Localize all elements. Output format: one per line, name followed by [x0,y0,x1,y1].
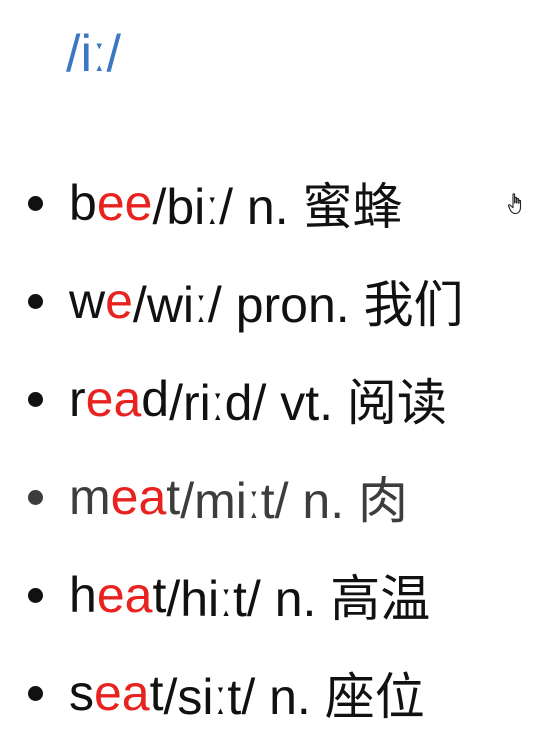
word-highlighted-letters: ea [110,469,167,525]
word-definition: /wiː/ pron. 我们 [132,277,464,333]
word-letters: h [69,567,97,623]
word-text: bee [69,174,152,232]
word-highlighted-letters: ea [85,371,142,427]
word-highlighted-letters: e [105,273,133,329]
word-item-bee: bee /biː/ n. 蜜蜂 [28,168,403,238]
word-definition: /riːd/ vt. 阅读 [169,375,447,431]
bullet-icon [28,195,43,211]
word-text: heat [69,566,166,624]
word-text: meat [69,468,180,526]
word-highlighted-letters: ea [94,665,150,721]
bullet-icon [28,293,43,309]
bullet-icon [28,489,43,505]
word-text: read [69,370,169,428]
word-letters: t [149,665,164,721]
word-highlighted-letters: ea [96,567,153,623]
word-letters: b [69,175,97,231]
bullet-icon [28,587,43,603]
word-item-heat: heat /hiːt/ n. 高温 [28,560,430,630]
word-highlighted-letters: ee [96,175,153,231]
hand-pointer-icon [507,193,522,215]
word-definition: /miːt/ n. 肉 [180,473,408,529]
word-item-seat: seat /siːt/ n. 座位 [28,658,425,728]
word-letters: s [69,665,94,721]
word-letters: w [69,273,106,329]
word-letters: t [152,567,167,623]
word-definition: /siːt/ n. 座位 [163,669,425,725]
page-title: /iː/ [66,25,121,83]
word-definition: /biː/ n. 蜜蜂 [152,179,403,235]
bullet-icon [28,685,43,701]
word-item-we: we /wiː/ pron. 我们 [28,266,464,336]
word-letters: m [69,469,111,525]
word-letters: d [141,371,170,427]
word-letters: t [166,469,181,525]
word-definition: /hiːt/ n. 高温 [166,571,431,627]
word-letters: r [69,371,86,427]
word-text: seat [69,664,164,722]
word-text: we [69,272,133,330]
word-item-meat: meat /miːt/ n. 肉 [28,462,408,532]
word-item-read: read /riːd/ vt. 阅读 [28,364,447,434]
bullet-icon [28,391,43,407]
